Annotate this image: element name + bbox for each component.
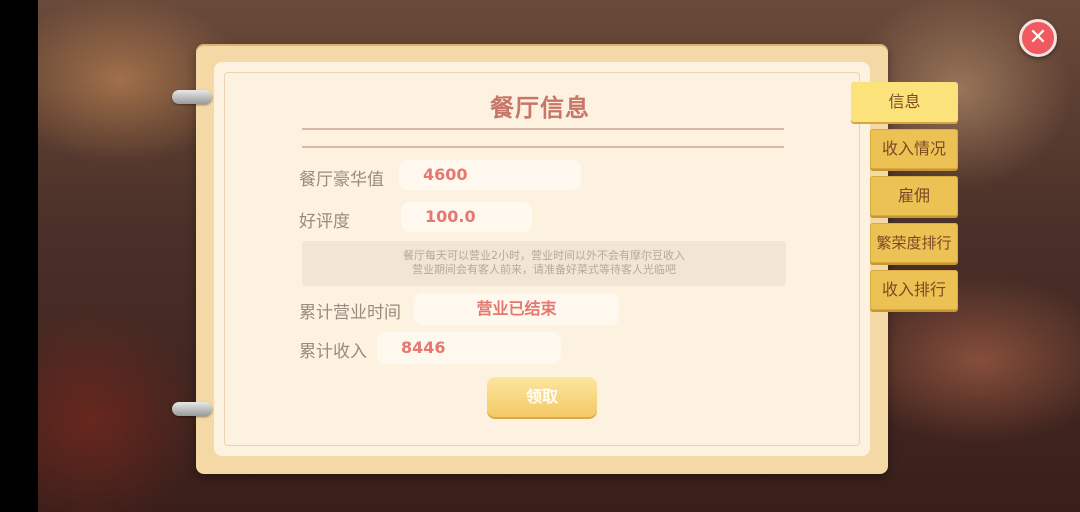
tab-hire[interactable]: 雇佣 <box>870 176 958 216</box>
luxury-value: 4600 <box>399 160 581 190</box>
business-time-value: 营业已结束 <box>414 293 619 325</box>
rating-label: 好评度 <box>299 212 350 232</box>
close-button[interactable]: ✕ <box>1019 19 1057 57</box>
note-line-2: 营业期间会有客人前来，请准备好菜式等待客人光临吧 <box>412 263 676 276</box>
rating-value: 100.0 <box>401 202 532 232</box>
close-icon: ✕ <box>1028 25 1048 50</box>
luxury-label: 餐厅豪华值 <box>299 170 384 190</box>
tab-income-status[interactable]: 收入情况 <box>870 129 958 169</box>
screen-edge <box>0 0 38 512</box>
business-hours-note: 餐厅每天可以营业2小时，营业时间以外不会有摩尔豆收入 营业期间会有客人前来，请准… <box>302 241 786 286</box>
binder-ring-bottom <box>172 402 212 416</box>
title-divider-bottom <box>302 146 784 148</box>
tab-info[interactable]: 信息 <box>851 82 958 122</box>
note-line-1: 餐厅每天可以营业2小时，营业时间以外不会有摩尔豆收入 <box>403 249 685 262</box>
claim-button[interactable]: 领取 <box>487 377 597 417</box>
income-label: 累计收入 <box>299 342 367 362</box>
tab-prosperity-ranking[interactable]: 繁荣度排行 <box>870 223 958 263</box>
title-divider-top <box>302 128 784 130</box>
business-time-label: 累计营业时间 <box>299 303 401 323</box>
income-value: 8446 <box>377 332 561 364</box>
tab-income-ranking[interactable]: 收入排行 <box>870 270 958 310</box>
